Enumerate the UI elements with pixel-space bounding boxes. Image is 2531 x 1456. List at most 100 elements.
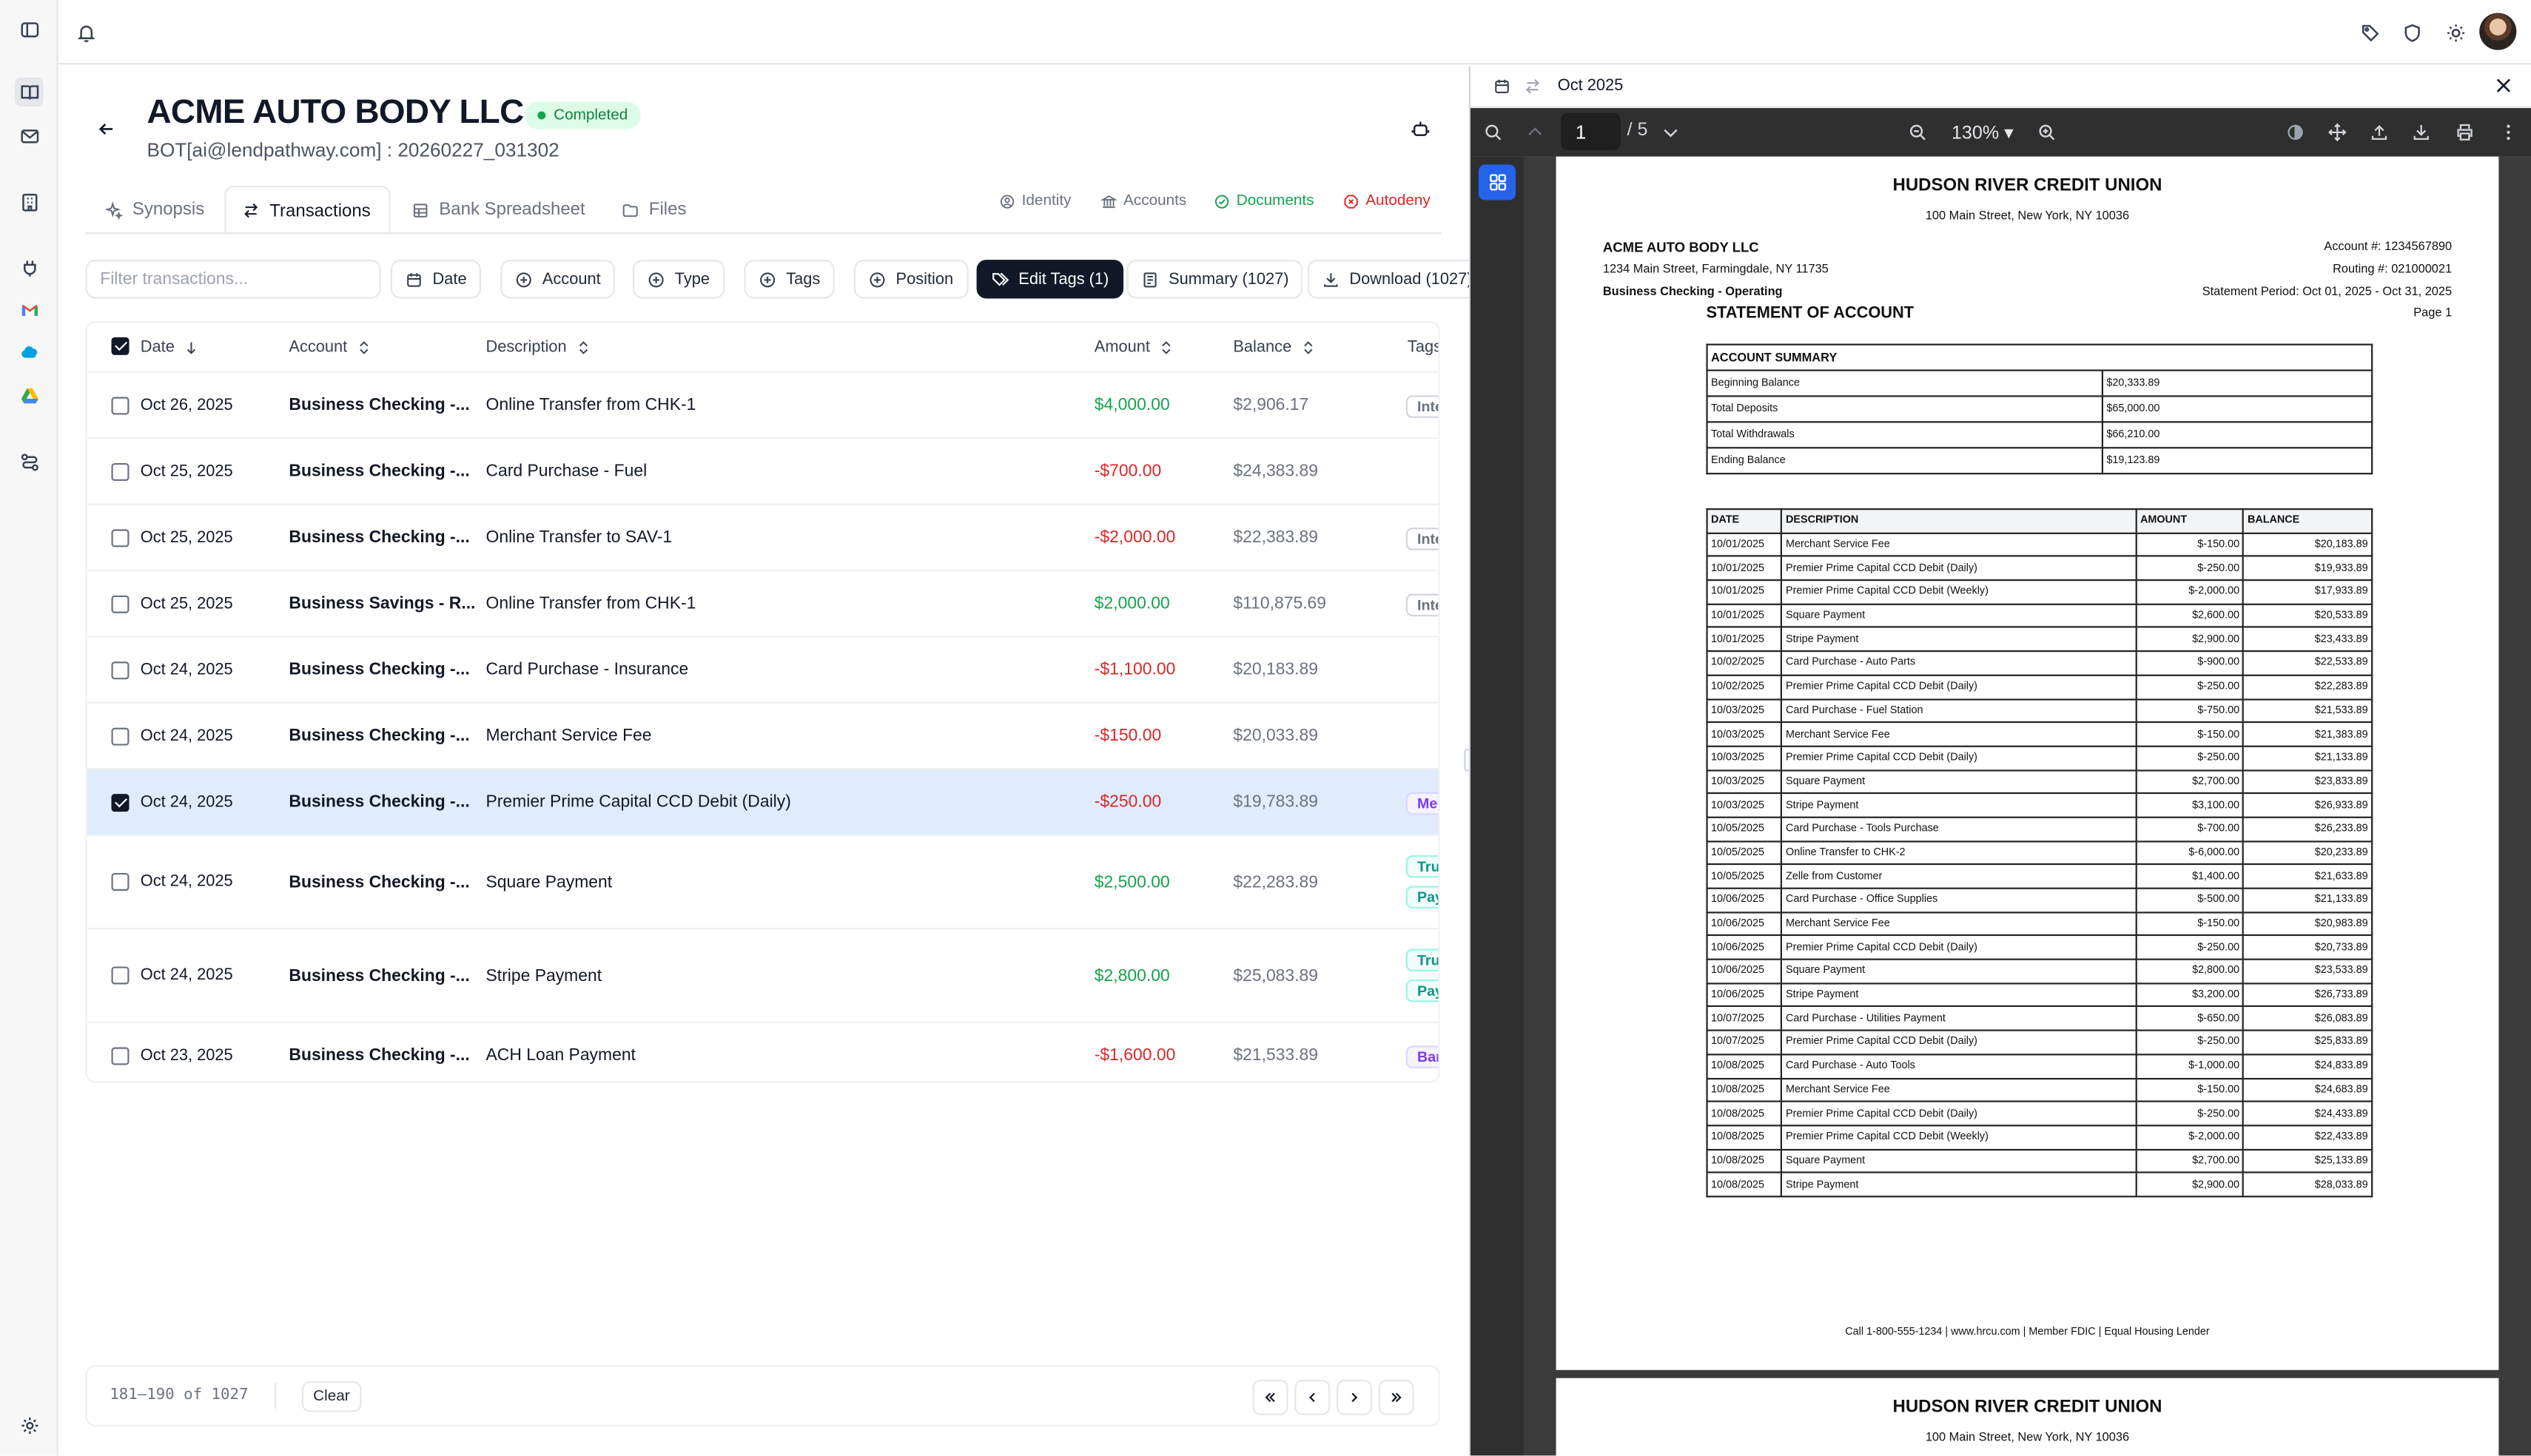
type-filter-button[interactable]: Type (632, 260, 725, 299)
row-checkbox[interactable] (111, 528, 130, 547)
row-tag[interactable]: Inte (1405, 527, 1439, 550)
google-drive-icon[interactable] (15, 381, 44, 410)
table-row[interactable]: Oct 25, 2025 Business Savings - R... Onlin… (87, 569, 1439, 636)
more-vertical-icon[interactable] (2497, 121, 2520, 144)
row-tag[interactable]: Pay (1405, 886, 1439, 909)
theme-contrast-icon[interactable] (2284, 121, 2307, 144)
pan-move-icon[interactable] (2326, 121, 2349, 144)
last-page-button[interactable] (1378, 1379, 1414, 1415)
account-filter-button[interactable]: Account (500, 260, 616, 299)
gmail-icon[interactable] (15, 295, 44, 324)
page-number-input[interactable]: 1 (1561, 112, 1621, 150)
row-account: Business Checking -... (289, 1045, 470, 1065)
tx-amount: $3,100.00 (2135, 792, 2245, 818)
thumbnails-grid-icon[interactable] (1478, 164, 1516, 200)
row-tag[interactable]: Tru (1405, 948, 1439, 972)
edit-tags-button[interactable]: Edit Tags (1) (976, 260, 1123, 299)
route-icon[interactable] (15, 447, 44, 476)
table-row[interactable]: Oct 24, 2025 Business Checking -... Card P… (87, 636, 1439, 701)
close-icon[interactable] (2494, 76, 2515, 97)
amount-column-header[interactable]: Amount (1095, 323, 1174, 371)
row-checkbox[interactable] (111, 594, 130, 613)
row-tag[interactable]: Pay (1405, 979, 1439, 1002)
select-all-checkbox[interactable] (111, 337, 130, 355)
zoom-in-icon[interactable] (2035, 121, 2058, 144)
tags-filter-button[interactable]: Tags (744, 260, 835, 299)
documents-link[interactable]: Documents (1214, 192, 1314, 210)
first-page-button[interactable] (1252, 1379, 1288, 1415)
accounts-link[interactable]: Accounts (1100, 192, 1186, 210)
row-tag[interactable]: Bar (1405, 1045, 1439, 1068)
date-filter-label: Date (432, 270, 467, 289)
row-tag[interactable]: Me (1405, 791, 1439, 815)
table-row[interactable]: Oct 25, 2025 Business Checking -... Online… (87, 503, 1439, 570)
zoom-level-select[interactable]: 130% ▾ (1952, 121, 2014, 144)
table-row[interactable]: Oct 26, 2025 Business Checking -... Online… (87, 371, 1439, 437)
tab-files[interactable]: Files (605, 186, 702, 234)
back-arrow-icon[interactable] (94, 116, 120, 142)
row-tag[interactable]: Tru (1405, 855, 1439, 878)
tx-description: Premier Prime Capital CCD Debit (Daily) (1781, 674, 2137, 700)
plug-icon[interactable] (15, 253, 44, 282)
row-date: Oct 23, 2025 (140, 1046, 233, 1065)
search-icon[interactable] (1482, 121, 1505, 144)
swap-icon[interactable] (1524, 78, 1543, 97)
sidebar-toggle-icon[interactable] (15, 15, 44, 44)
chevron-down-icon[interactable] (1659, 121, 1682, 144)
download-icon[interactable] (2410, 121, 2433, 144)
user-avatar[interactable] (2479, 13, 2517, 50)
upload-icon[interactable] (2368, 121, 2391, 144)
mail-icon[interactable] (15, 121, 44, 150)
table-row[interactable]: Oct 24, 2025 Business Checking -... Mercha… (87, 701, 1439, 768)
book-icon[interactable] (14, 77, 44, 107)
summary-button[interactable]: Summary (1027) (1126, 260, 1304, 299)
tx-balance: $20,183.89 (2242, 532, 2373, 558)
row-account: Business Checking -... (289, 965, 470, 985)
row-checkbox[interactable] (111, 661, 130, 679)
date-column-header[interactable]: Date (141, 323, 199, 371)
description-column-header[interactable]: Description (486, 323, 591, 371)
tab-transactions[interactable]: Transactions (224, 185, 391, 235)
row-checkbox[interactable] (111, 1046, 130, 1065)
prev-page-button[interactable] (1294, 1379, 1331, 1415)
table-row[interactable]: Oct 23, 2025 Business Checking -... ACH Lo… (87, 1021, 1439, 1082)
sun-icon[interactable] (2441, 18, 2470, 47)
tx-header: DATE (1706, 508, 1783, 534)
date-filter-button[interactable]: Date (390, 260, 482, 299)
table-row[interactable]: Oct 25, 2025 Business Checking -... Card P… (87, 437, 1439, 503)
balance-column-header[interactable]: Balance (1233, 323, 1316, 371)
settings-gear-icon[interactable] (15, 1410, 44, 1439)
position-filter-button[interactable]: Position (853, 260, 968, 299)
salesforce-icon[interactable] (15, 337, 44, 366)
building-icon[interactable] (15, 187, 44, 216)
clear-button[interactable]: Clear (301, 1381, 361, 1412)
robot-icon[interactable] (1408, 116, 1433, 142)
identity-link[interactable]: Identity (999, 192, 1071, 210)
tab-bank-spreadsheet[interactable]: Bank Spreadsheet (395, 186, 601, 234)
filter-transactions-input[interactable]: Filter transactions... (85, 260, 381, 299)
zoom-out-icon[interactable] (1906, 121, 1929, 144)
row-tag[interactable]: Inte (1405, 394, 1439, 417)
row-checkbox[interactable] (111, 727, 130, 745)
tab-synopsis[interactable]: Synopsis (89, 186, 221, 234)
row-checkbox[interactable] (111, 966, 130, 985)
table-row[interactable]: Oct 24, 2025 Business Checking -... Premie… (87, 768, 1439, 835)
calendar-icon[interactable] (1493, 78, 1513, 97)
next-page-button[interactable] (1336, 1379, 1372, 1415)
bell-icon[interactable] (71, 18, 100, 47)
summary-label: Total Withdrawals (1706, 421, 2103, 449)
row-checkbox[interactable] (111, 462, 130, 480)
download-button[interactable]: Download (1027) (1307, 260, 1488, 299)
account-column-header[interactable]: Account (289, 323, 372, 371)
chevron-up-icon[interactable] (1524, 121, 1547, 144)
tag-icon[interactable] (2355, 18, 2384, 47)
table-row[interactable]: Oct 24, 2025 Business Checking -... Stripe… (87, 928, 1439, 1022)
print-icon[interactable] (2453, 121, 2476, 144)
row-checkbox[interactable] (111, 872, 130, 891)
autodeny-link[interactable]: Autodeny (1343, 192, 1431, 210)
row-checkbox[interactable] (111, 793, 130, 812)
row-checkbox[interactable] (111, 396, 130, 414)
shield-icon[interactable] (2397, 18, 2426, 47)
row-tag[interactable]: Inte (1405, 593, 1439, 616)
table-row[interactable]: Oct 24, 2025 Business Checking -... Square… (87, 834, 1439, 928)
